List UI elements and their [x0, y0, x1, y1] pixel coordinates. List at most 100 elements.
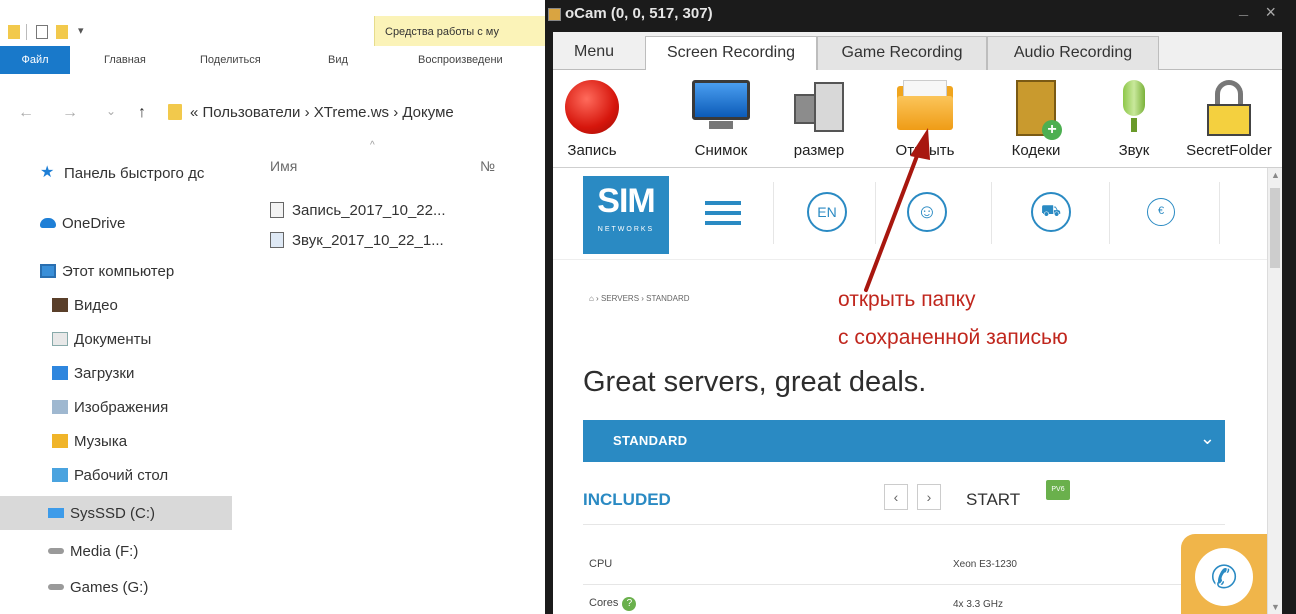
- open-folder-button[interactable]: Открыть: [873, 70, 977, 168]
- tab-home[interactable]: Главная: [104, 46, 146, 74]
- tab-menu[interactable]: Menu: [553, 36, 635, 70]
- nav-item-this-pc[interactable]: Этот компьютер: [40, 254, 272, 288]
- cart-icon[interactable]: ⛟: [1031, 192, 1071, 232]
- tab-playback[interactable]: Воспроизведени: [418, 46, 503, 74]
- folder-icon: [8, 25, 20, 39]
- screenshot-button[interactable]: Снимок: [671, 70, 771, 168]
- prev-arrow-icon[interactable]: ‹: [884, 484, 908, 510]
- up-arrow-icon[interactable]: ↑: [138, 104, 146, 122]
- hamburger-menu-icon[interactable]: [705, 201, 741, 231]
- plan-accordion[interactable]: STANDARD ⌄: [583, 420, 1225, 462]
- nav-item-desktop[interactable]: Рабочий стол: [52, 458, 284, 492]
- nav-item-label: SysSSD (C:): [70, 504, 156, 522]
- title-bar[interactable]: oCam (0, 0, 517, 307) _ ×: [545, 0, 1296, 30]
- properties-icon[interactable]: [36, 25, 48, 39]
- documents-folder-icon: [52, 332, 68, 346]
- tool-label: SecretFolder: [1186, 142, 1272, 159]
- tab-audio-recording[interactable]: Audio Recording: [987, 36, 1159, 70]
- nav-item-label: Games (G:): [70, 578, 149, 596]
- currency-button[interactable]: €: [1147, 198, 1175, 226]
- spec-value: Xeon E3-1230: [953, 559, 1017, 570]
- nav-item-onedrive[interactable]: OneDrive: [40, 206, 272, 240]
- call-button[interactable]: ✆: [1181, 534, 1267, 614]
- recent-locations-icon[interactable]: ⌄: [106, 104, 116, 118]
- secret-folder-button[interactable]: SecretFolder: [1177, 70, 1281, 168]
- file-row[interactable]: Звук_2017_10_22_1...: [270, 226, 540, 254]
- nav-item-documents[interactable]: Документы: [52, 322, 284, 356]
- nav-item-drive-c[interactable]: SysSSD (C:): [0, 496, 232, 530]
- breadcrumb[interactable]: ⌂ › SERVERS › STANDARD: [589, 294, 690, 303]
- ribbon-contextual-tab[interactable]: Средства работы с му: [374, 16, 545, 50]
- info-icon[interactable]: ?: [622, 597, 637, 611]
- scroll-up-icon[interactable]: ▲: [1271, 170, 1280, 180]
- address-row: ← → ⌄ ↑ « Пользователи › XTreme.ws › Док…: [0, 96, 545, 130]
- ribbon-contextual-label: Средства работы с му: [385, 26, 499, 38]
- sound-button[interactable]: Звук: [1099, 70, 1169, 168]
- file-list-header: Имя ^ №: [270, 140, 540, 180]
- nav-item-label: Музыка: [74, 432, 128, 450]
- nav-item-label: Media (F:): [70, 542, 139, 560]
- codecs-button[interactable]: + Кодеки: [991, 70, 1081, 168]
- close-icon[interactable]: ×: [1265, 2, 1276, 23]
- language-button[interactable]: EN: [807, 192, 847, 232]
- folder-icon: [168, 104, 182, 120]
- resize-button[interactable]: размер: [779, 70, 859, 168]
- header-divider: [1109, 182, 1110, 244]
- pictures-folder-icon: [52, 400, 68, 414]
- back-arrow-icon[interactable]: ←: [18, 104, 34, 122]
- file-explorer-window: ▾ Средства работы с му Файл Главная Поде…: [0, 0, 545, 614]
- forward-arrow-icon[interactable]: →: [62, 104, 78, 122]
- tool-label: размер: [793, 142, 845, 159]
- resize-icon: [792, 80, 846, 134]
- record-button[interactable]: Запись: [553, 70, 631, 168]
- video-file-icon: [270, 202, 284, 218]
- nav-item-music[interactable]: Музыка: [52, 424, 284, 458]
- tool-label: Звук: [1118, 142, 1150, 159]
- tab-view[interactable]: Вид: [328, 46, 348, 74]
- header-divider: [773, 182, 774, 244]
- address-bar[interactable]: « Пользователи › XTreme.ws › Докуме: [190, 104, 545, 121]
- column-header-name[interactable]: Имя: [270, 158, 297, 174]
- nav-item-video[interactable]: Видео: [52, 288, 284, 322]
- ribbon-tabs: Файл Главная Поделиться Вид Воспроизведе…: [0, 46, 545, 74]
- lock-icon: [1207, 80, 1251, 136]
- file-row[interactable]: Запись_2017_10_22...: [270, 196, 540, 224]
- scroll-down-icon[interactable]: ▼: [1271, 602, 1280, 612]
- tab-share[interactable]: Поделиться: [200, 46, 261, 74]
- user-icon[interactable]: ☺: [907, 192, 947, 232]
- customize-dropdown-icon[interactable]: ▾: [78, 24, 84, 37]
- nav-item-label: Загрузки: [74, 364, 135, 382]
- annotation-line-1: открыть папку: [838, 288, 976, 311]
- nav-item-quick-access[interactable]: ★ Панель быстрого дс: [40, 156, 272, 190]
- sim-networks-logo[interactable]: SIM NETWORKS: [583, 176, 669, 254]
- nav-item-downloads[interactable]: Загрузки: [52, 356, 284, 390]
- codec-film-icon: +: [1016, 80, 1062, 140]
- tool-label: Открыть: [895, 142, 955, 159]
- spec-label: CPU: [589, 558, 613, 570]
- included-heading: INCLUDED: [583, 490, 671, 509]
- tool-label: Кодеки: [1011, 142, 1061, 159]
- tab-screen-recording[interactable]: Screen Recording: [645, 36, 817, 71]
- recording-area: SIM NETWORKS EN ☺ ⛟ € ⌂ › SERVERS › STAN…: [553, 168, 1282, 614]
- row-divider: [583, 524, 1225, 525]
- column-header-number[interactable]: №: [480, 158, 495, 174]
- next-arrow-icon[interactable]: ›: [917, 484, 941, 510]
- audio-file-icon: [270, 232, 284, 248]
- vertical-scrollbar[interactable]: ▲ ▼: [1267, 168, 1282, 614]
- nav-item-pictures[interactable]: Изображения: [52, 390, 284, 424]
- nav-item-label: Панель быстрого дс: [64, 164, 205, 182]
- scroll-thumb[interactable]: [1270, 188, 1280, 268]
- nav-item-drive-f[interactable]: Media (F:): [48, 534, 280, 568]
- tab-file[interactable]: Файл: [0, 46, 70, 74]
- page-title: Great servers, great deals.: [583, 366, 927, 398]
- monitor-icon: [692, 80, 750, 130]
- navigation-pane: ★ Панель быстрого дс OneDrive Этот компь…: [0, 150, 232, 614]
- minimize-icon[interactable]: _: [1239, 0, 1248, 18]
- plan-label: STANDARD: [613, 433, 688, 448]
- tab-game-recording[interactable]: Game Recording: [817, 36, 987, 70]
- new-folder-icon[interactable]: [56, 25, 68, 39]
- drive-icon: [48, 584, 64, 590]
- nav-item-drive-g[interactable]: Games (G:): [48, 570, 280, 604]
- window-title: oCam (0, 0, 517, 307): [565, 5, 713, 22]
- sort-caret-icon: ^: [370, 140, 375, 151]
